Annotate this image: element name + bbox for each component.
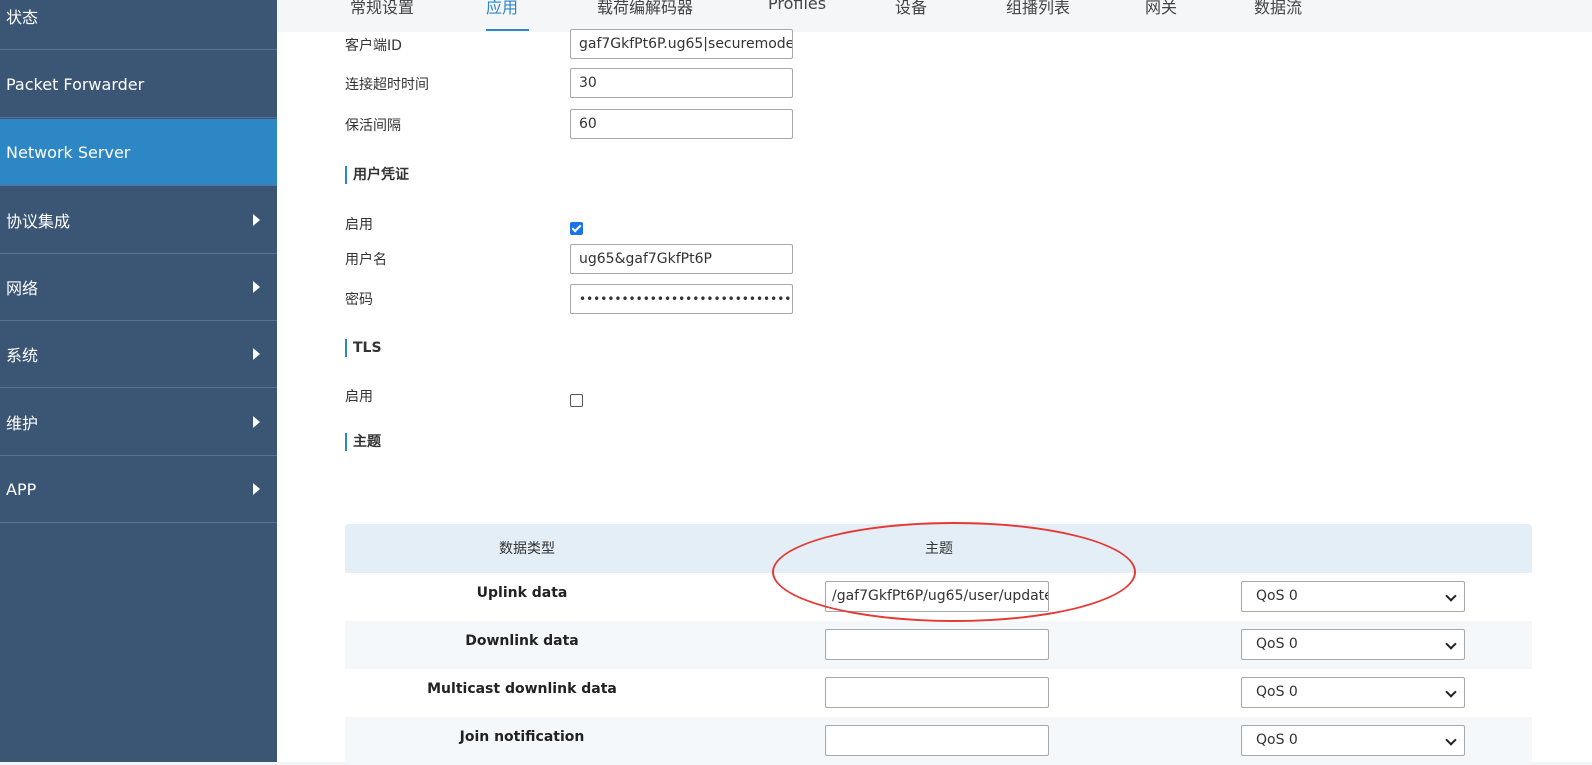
username-input[interactable]: ug65&gaf7GkfPt6P (570, 244, 793, 274)
caret-right-icon (253, 214, 260, 226)
active-tab-indicator (486, 29, 529, 31)
client-id-label: 客户端ID (345, 38, 402, 54)
downlink-topic-input[interactable] (825, 629, 1049, 660)
sidebar-item-app[interactable]: APP (0, 456, 277, 523)
downlink-qos-select[interactable]: QoS 0 (1241, 629, 1465, 660)
row-label: Join notification (459, 729, 585, 745)
uplink-topic-input[interactable]: /gaf7GkfPt6P/ug65/user/update (825, 581, 1049, 612)
table-row: Downlink data QoS 0 (345, 621, 1532, 669)
tab-application[interactable]: 应用 (486, 0, 518, 18)
qos-value: QoS 0 (1256, 684, 1298, 700)
qos-value: QoS 0 (1256, 588, 1298, 604)
caret-right-icon (253, 416, 260, 428)
table-row: Uplink data /gaf7GkfPt6P/ug65/user/updat… (345, 573, 1532, 621)
chevron-down-icon (1445, 734, 1457, 746)
section-topics: 主题 (345, 433, 381, 451)
sidebar-item-label: 协议集成 (6, 212, 71, 231)
credentials-enable-label: 启用 (345, 217, 373, 233)
multicast-downlink-qos-select[interactable]: QoS 0 (1241, 677, 1465, 708)
sidebar-item-status[interactable]: 状态 (0, 0, 277, 50)
sidebar-item-label: Network Server (6, 142, 131, 162)
caret-right-icon (253, 483, 260, 495)
tab-gateway[interactable]: 网关 (1145, 0, 1177, 18)
chevron-down-icon (1445, 638, 1457, 650)
qos-value: QoS 0 (1256, 636, 1298, 652)
section-tls: TLS (345, 339, 382, 357)
tab-data-stream[interactable]: 数据流 (1254, 0, 1302, 18)
sidebar-item-label: 维护 (6, 414, 39, 433)
sidebar-item-label: APP (6, 479, 37, 499)
header-topic: 主题 (925, 541, 953, 557)
password-input[interactable]: ••••••••••••••••••••••••••••••••••••••••… (570, 284, 793, 314)
username-label: 用户名 (345, 252, 387, 268)
section-user-credentials: 用户凭证 (345, 166, 409, 184)
credentials-enable-checkbox[interactable] (570, 222, 583, 235)
header-data-type: 数据类型 (499, 541, 555, 557)
sidebar-item-label: Packet Forwarder (6, 74, 145, 94)
tls-enable-checkbox[interactable] (570, 394, 583, 407)
sidebar-item-label: 网络 (6, 279, 39, 298)
caret-right-icon (253, 348, 260, 360)
caret-right-icon (253, 281, 260, 293)
connect-timeout-label: 连接超时时间 (345, 77, 429, 93)
connect-timeout-input[interactable]: 30 (570, 68, 793, 98)
multicast-downlink-topic-input[interactable] (825, 677, 1049, 708)
row-label: Downlink data (465, 633, 579, 649)
tab-devices[interactable]: 设备 (895, 0, 927, 18)
sidebar-item-packet-forwarder[interactable]: Packet Forwarder (0, 51, 277, 118)
sidebar: 状态 Packet Forwarder Network Server 协议集成 … (0, 0, 277, 762)
keepalive-label: 保活间隔 (345, 118, 401, 134)
tab-multicast-list[interactable]: 组播列表 (1006, 0, 1070, 18)
sidebar-item-system[interactable]: 系统 (0, 321, 277, 388)
row-label: Multicast downlink data (427, 681, 617, 697)
row-label: Uplink data (476, 585, 568, 601)
sidebar-item-protocol-integration[interactable]: 协议集成 (0, 187, 277, 254)
chevron-down-icon (1445, 686, 1457, 698)
sidebar-item-label: 系统 (6, 346, 39, 365)
main-content: 常规设置 应用 载荷编解码器 Profiles 设备 组播列表 网关 数据流 客… (277, 0, 1592, 765)
join-notification-topic-input[interactable] (825, 725, 1049, 756)
tab-profiles[interactable]: Profiles (768, 0, 826, 13)
join-notification-qos-select[interactable]: QoS 0 (1241, 725, 1465, 756)
table-row: Multicast downlink data QoS 0 (345, 669, 1532, 717)
tab-bar: 常规设置 应用 载荷编解码器 Profiles 设备 组播列表 网关 数据流 (277, 0, 1592, 32)
uplink-qos-select[interactable]: QoS 0 (1241, 581, 1465, 612)
sidebar-item-network-server[interactable]: Network Server (0, 119, 277, 186)
qos-value: QoS 0 (1256, 732, 1298, 748)
password-label: 密码 (345, 292, 373, 308)
tls-enable-label: 启用 (345, 389, 373, 405)
keepalive-input[interactable]: 60 (570, 109, 793, 139)
table-row: Join notification QoS 0 (345, 717, 1532, 765)
sidebar-item-maintenance[interactable]: 维护 (0, 389, 277, 456)
table-header: 数据类型 主题 (345, 524, 1532, 573)
tab-payload-codec[interactable]: 载荷编解码器 (597, 0, 693, 18)
tab-general[interactable]: 常规设置 (350, 0, 414, 18)
sidebar-item-label: 状态 (6, 8, 39, 27)
client-id-input[interactable]: gaf7GkfPt6P.ug65|securemode= (570, 29, 793, 59)
sidebar-item-network[interactable]: 网络 (0, 254, 277, 321)
chevron-down-icon (1445, 590, 1457, 602)
